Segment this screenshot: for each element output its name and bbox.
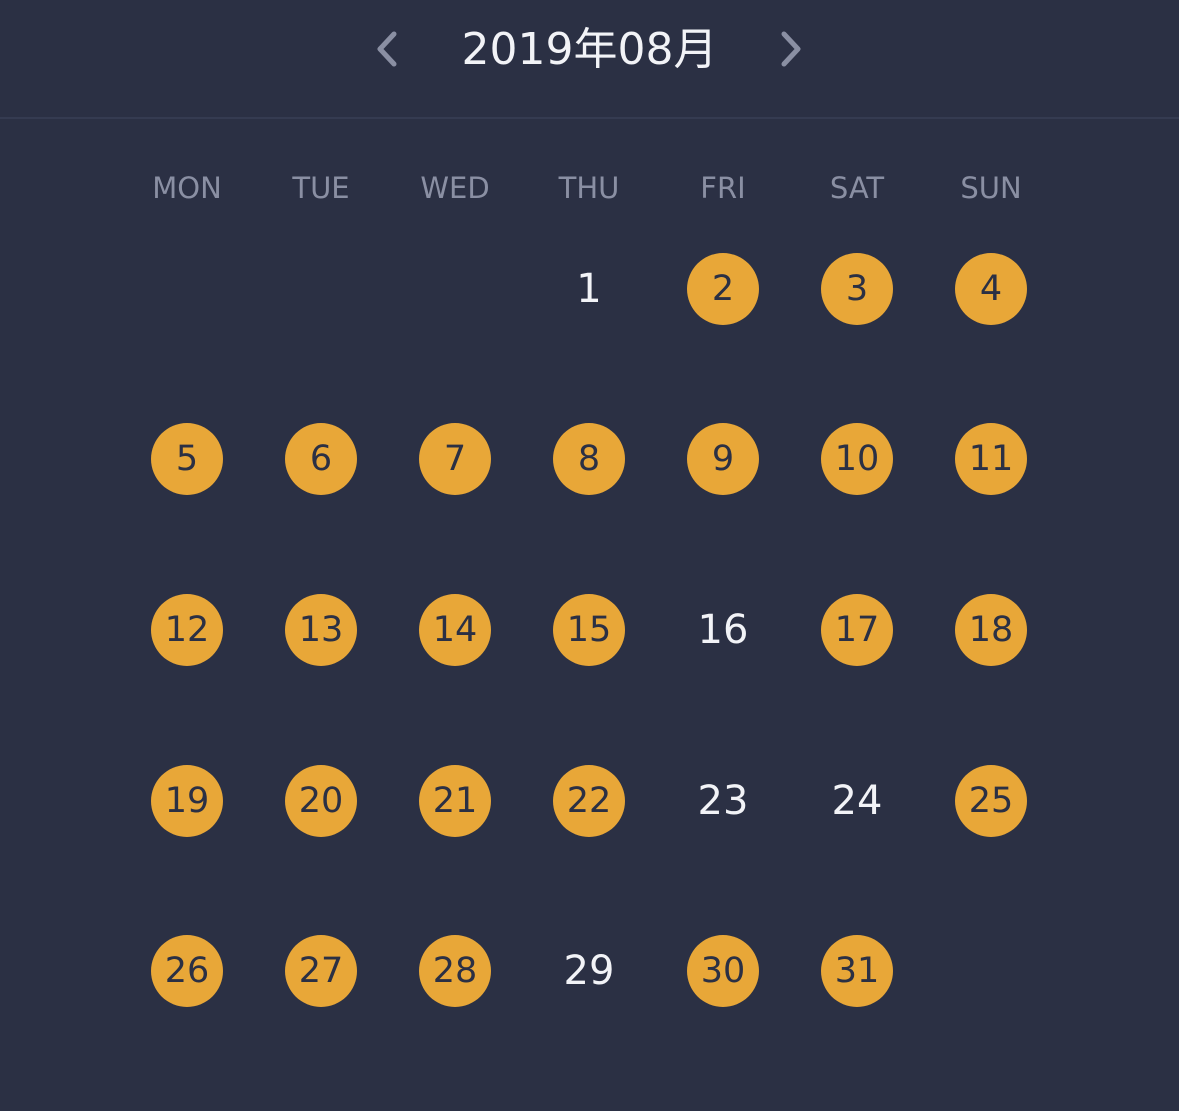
day-cell-8[interactable]: 8 — [553, 423, 625, 495]
day-cell-10[interactable]: 10 — [821, 423, 893, 495]
day-cell-5[interactable]: 5 — [151, 423, 223, 495]
day-cell-26[interactable]: 26 — [151, 935, 223, 1007]
day-cell-16[interactable]: 16 — [687, 594, 759, 666]
day-cell-20[interactable]: 20 — [285, 765, 357, 837]
day-cell-15[interactable]: 15 — [553, 594, 625, 666]
day-cell-21[interactable]: 21 — [419, 765, 491, 837]
day-cell-9[interactable]: 9 — [687, 423, 759, 495]
day-cell-18[interactable]: 18 — [955, 594, 1027, 666]
day-cell-17[interactable]: 17 — [821, 594, 893, 666]
day-cell-19[interactable]: 19 — [151, 765, 223, 837]
day-cell-4[interactable]: 4 — [955, 253, 1027, 325]
calendar-grid: 1 2 3 4 5 6 7 8 9 10 11 12 13 14 15 16 17 18 19 20 21 22 23 24 2… — [0, 0, 1179, 1111]
day-cell-14[interactable]: 14 — [419, 594, 491, 666]
day-cell-28[interactable]: 28 — [419, 935, 491, 1007]
day-cell-7[interactable]: 7 — [419, 423, 491, 495]
day-cell-1[interactable]: 1 — [553, 253, 625, 325]
day-cell-29[interactable]: 29 — [553, 935, 625, 1007]
day-cell-31[interactable]: 31 — [821, 935, 893, 1007]
day-cell-27[interactable]: 27 — [285, 935, 357, 1007]
day-cell-13[interactable]: 13 — [285, 594, 357, 666]
day-cell-24[interactable]: 24 — [821, 765, 893, 837]
day-cell-6[interactable]: 6 — [285, 423, 357, 495]
day-cell-2[interactable]: 2 — [687, 253, 759, 325]
day-cell-30[interactable]: 30 — [687, 935, 759, 1007]
day-cell-25[interactable]: 25 — [955, 765, 1027, 837]
day-cell-23[interactable]: 23 — [687, 765, 759, 837]
day-cell-11[interactable]: 11 — [955, 423, 1027, 495]
day-cell-12[interactable]: 12 — [151, 594, 223, 666]
day-cell-22[interactable]: 22 — [553, 765, 625, 837]
day-cell-3[interactable]: 3 — [821, 253, 893, 325]
